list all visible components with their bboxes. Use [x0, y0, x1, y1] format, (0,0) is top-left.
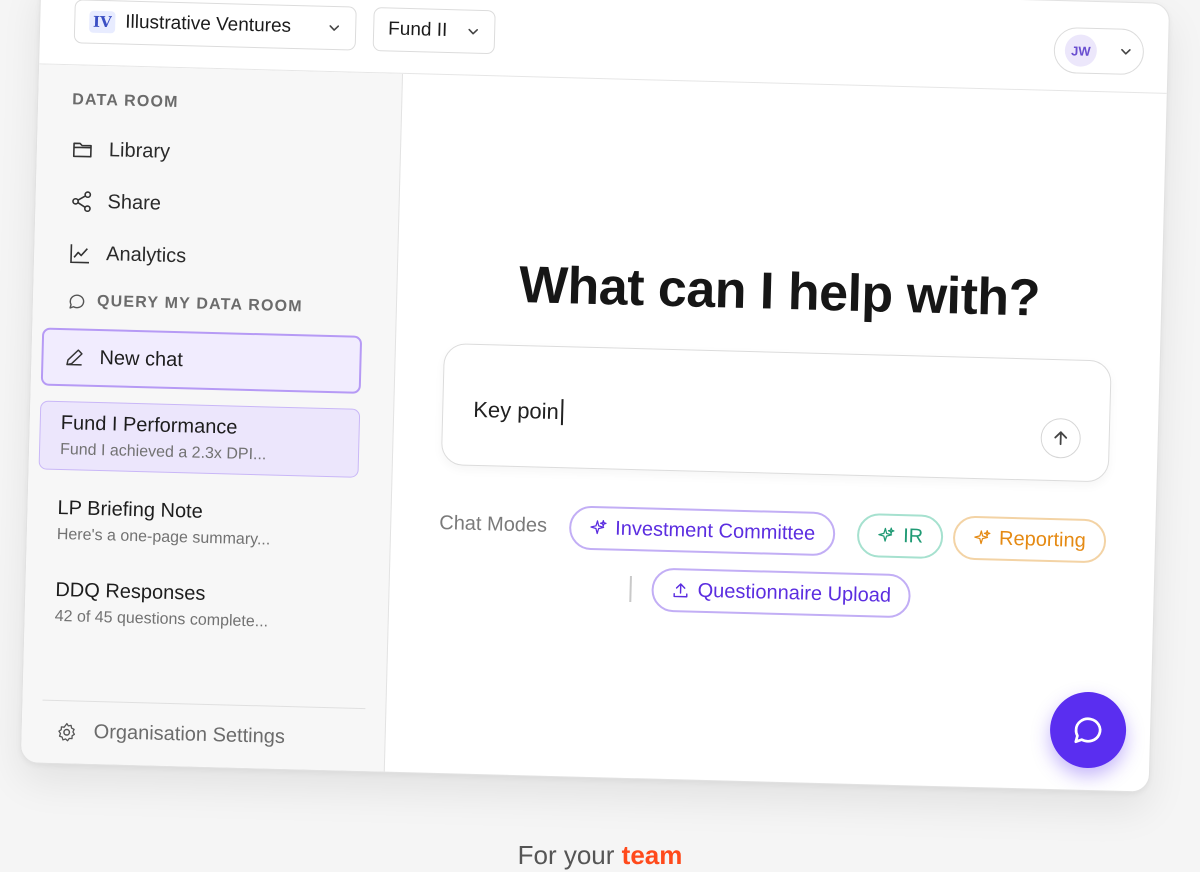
chat-input-value: Key poin: [472, 396, 560, 425]
org-name: Illustrative Ventures: [125, 11, 292, 37]
sidebar: DATA ROOM Library Share Analytics QUERY …: [20, 64, 404, 772]
query-heading: QUERY MY DATA ROOM: [67, 291, 303, 317]
new-chat-button[interactable]: New chat: [40, 327, 363, 394]
query-heading-label: QUERY MY DATA ROOM: [96, 292, 304, 316]
chat-history-item[interactable]: DDQ Responses 42 of 45 questions complet…: [34, 568, 356, 643]
organisation-settings-link[interactable]: Organisation Settings: [55, 720, 285, 749]
mode-label: Investment Committee: [614, 517, 816, 545]
divider: [629, 575, 632, 603]
tagline-accent: team: [621, 840, 683, 870]
sidebar-item-label: Share: [107, 190, 162, 215]
sidebar-item-label: Library: [108, 138, 171, 163]
arrow-up-icon: [1054, 431, 1068, 446]
settings-label: Organisation Settings: [93, 721, 286, 748]
chat-preview: Here's a one-page summary...: [56, 525, 271, 549]
user-menu-button[interactable]: JW: [1053, 26, 1145, 76]
upload-icon: [673, 583, 688, 598]
chat-history-item[interactable]: LP Briefing Note Here's a one-page summa…: [36, 486, 358, 561]
sidebar-item-share[interactable]: Share: [69, 189, 161, 215]
fund-select[interactable]: Fund II: [372, 7, 496, 55]
sparkle-icon: [590, 519, 607, 535]
app-window: IV Illustrative Ventures Fund II JW DATA…: [19, 0, 1171, 793]
new-chat-label: New chat: [99, 346, 184, 371]
tagline-prefix: For your: [517, 840, 615, 870]
pencil-icon: [66, 349, 83, 366]
chevron-down-icon: [468, 28, 479, 35]
sidebar-item-analytics[interactable]: Analytics: [68, 241, 187, 268]
mode-reporting[interactable]: Reporting: [952, 515, 1107, 564]
data-room-heading: DATA ROOM: [72, 91, 179, 112]
gear-icon: [58, 722, 76, 741]
avatar: JW: [1064, 34, 1098, 68]
chevron-down-icon: [329, 25, 340, 31]
chat-title: Fund I Performance: [60, 412, 238, 439]
sidebar-divider: [42, 699, 366, 710]
sparkle-icon: [974, 530, 991, 545]
tagline: For your team: [0, 840, 1200, 871]
sidebar-item-label: Analytics: [105, 242, 187, 267]
text-caret: [560, 399, 564, 426]
organisation-select[interactable]: IV Illustrative Ventures: [73, 0, 357, 51]
data-room-heading-label: DATA ROOM: [72, 91, 179, 112]
mode-label: IR: [902, 524, 924, 548]
chevron-down-icon: [1121, 48, 1131, 55]
mode-investment-committee[interactable]: Investment Committee: [568, 505, 836, 557]
mode-label: Reporting: [998, 527, 1087, 552]
folder-icon: [72, 142, 92, 158]
mode-questionnaire-upload[interactable]: Questionnaire Upload: [651, 567, 912, 619]
chat-title: DDQ Responses: [55, 578, 206, 605]
chat-bubble-icon: [1074, 717, 1102, 744]
mode-label: Questionnaire Upload: [697, 579, 892, 607]
chat-input[interactable]: Key poin: [472, 396, 564, 426]
sidebar-item-library[interactable]: Library: [71, 137, 171, 164]
send-button[interactable]: [1040, 417, 1082, 459]
chat-launcher-button[interactable]: [1049, 691, 1128, 770]
stage: IV Illustrative Ventures Fund II JW DATA…: [0, 0, 1200, 872]
chat-input-box[interactable]: Key poin: [440, 343, 1112, 483]
share-icon: [72, 191, 92, 213]
chat-preview: 42 of 45 questions complete...: [54, 607, 269, 631]
mode-ir[interactable]: IR: [856, 512, 944, 560]
main-panel: What can I help with? Key poin Chat Mode…: [385, 74, 1167, 792]
chat-preview: Fund I achieved a 2.3x DPI...: [59, 441, 267, 464]
chat-history-item[interactable]: Fund I Performance Fund I achieved a 2.3…: [38, 400, 361, 478]
org-logo-icon: IV: [88, 10, 116, 34]
chat-title: LP Briefing Note: [57, 496, 204, 523]
chat-bubble-icon: [69, 294, 85, 309]
chat-modes-label: Chat Modes: [438, 511, 548, 537]
chart-line-icon: [70, 244, 89, 264]
fund-name: Fund II: [387, 18, 448, 42]
sparkle-icon: [878, 527, 895, 542]
page-title: What can I help with?: [518, 255, 1041, 328]
